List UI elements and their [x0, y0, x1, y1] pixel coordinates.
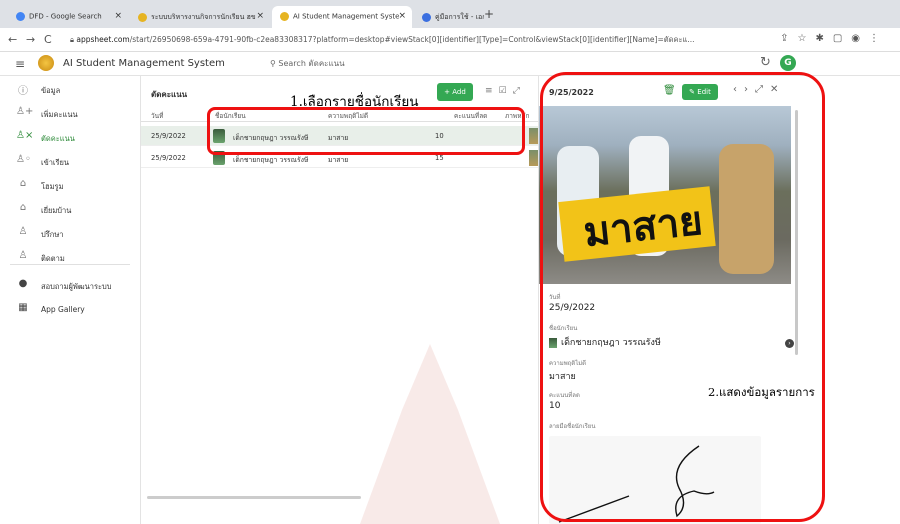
browser-tab-bar: DFD - Google Search × ระบบบริหารงานกิจการ… [0, 0, 900, 28]
browser-tab-docs[interactable]: คู่มือการใช้ - เอกสาร (A4) [414, 6, 484, 28]
browser-toolbar-icons[interactable]: ⇪☆✱▢◉⋮ [780, 33, 888, 44]
person-remove-icon: ♙× [16, 130, 34, 141]
table-toolbar-icons[interactable]: ≡☑⤢ [485, 86, 526, 96]
annotation-highlight-row [207, 107, 525, 155]
person-add-icon: ♙+ [16, 106, 34, 117]
sidebar-item-info[interactable]: ⓘ ข้อมูล [0, 78, 140, 100]
classroom-icon: ⌂ [19, 178, 27, 189]
avatar[interactable]: G [780, 55, 796, 71]
sidebar-item-home-visit[interactable]: ⌂ เยี่ยมบ้าน [0, 198, 140, 220]
info-icon: ⓘ [18, 86, 28, 97]
screen: DFD - Google Search × ระบบบริหารงานกิจการ… [0, 0, 900, 524]
add-button[interactable]: + Add [437, 83, 473, 101]
reload-icon[interactable]: C [44, 33, 52, 46]
url-field[interactable]: 🔒︎ appsheet.com/start/26950698-659a-4791… [70, 34, 695, 46]
docs-icon [422, 12, 431, 22]
search-input[interactable]: ⚲ Search ตัดคะแนน [270, 57, 345, 70]
address-bar: ← → C 🔒︎ appsheet.com/start/26950698-659… [0, 28, 900, 52]
sidebar: ⓘ ข้อมูล ♙+ เพิ่มคะแนน ♙× ตัดคะแนน ♙◦ เข้าเร… [0, 76, 140, 524]
sync-icon[interactable]: ↻ [760, 55, 771, 70]
browser-tab-google[interactable]: DFD - Google Search × [8, 6, 128, 28]
sidebar-item-deduct-points[interactable]: ♙× ตัดคะแนน [0, 126, 140, 148]
browser-tab-active[interactable]: AI Student Management Syste × [272, 6, 412, 28]
help-icon: ● [18, 278, 28, 289]
sidebar-item-attendance[interactable]: ♙◦ เข้าเรียน [0, 150, 140, 172]
sidebar-item-app-gallery[interactable]: ▦ App Gallery [0, 298, 140, 320]
new-tab-icon[interactable]: + [484, 7, 494, 21]
horizontal-scrollbar[interactable] [147, 496, 361, 499]
table-title: ตัดคะแนน [151, 90, 188, 99]
person-check-icon: ♙◦ [16, 154, 31, 165]
annotation-step-1: 1.เลือกรายชื่อนักเรียน [290, 94, 419, 110]
home-visit-icon: ⌂ [19, 202, 27, 213]
app-logo-icon [280, 12, 289, 21]
annotation-step-2: 2.แสดงข้อมูลรายการ [708, 384, 815, 402]
close-tab-icon[interactable]: × [256, 11, 264, 21]
close-tab-icon[interactable]: × [398, 11, 406, 21]
google-icon [16, 12, 25, 21]
sidebar-item-homeroom[interactable]: ⌂ โฮมรูม [0, 174, 140, 196]
follow-icon: ♙ [18, 250, 28, 261]
forward-icon[interactable]: → [26, 33, 35, 46]
sidebar-item-counsel[interactable]: ♙ ปรึกษา [0, 222, 140, 244]
grid-icon: ▦ [18, 302, 28, 313]
app-logo-icon [38, 55, 54, 71]
sidebar-item-add-points[interactable]: ♙+ เพิ่มคะแนน [0, 102, 140, 124]
sidebar-item-help[interactable]: ● สอบถามผู้พัฒนาระบบ [0, 274, 140, 296]
browser-tab-system[interactable]: ระบบบริหารงานกิจการนักเรียน ฮข × [130, 6, 270, 28]
sidebar-divider [10, 264, 130, 265]
column-header[interactable]: วันที่ [151, 111, 163, 121]
app-title: AI Student Management System [63, 58, 225, 69]
menu-icon[interactable]: ≡ [15, 57, 25, 71]
app-logo-icon [138, 12, 147, 22]
counsel-icon: ♙ [18, 226, 28, 237]
annotation-highlight-panel [540, 72, 825, 522]
back-icon[interactable]: ← [8, 33, 17, 46]
close-tab-icon[interactable]: × [114, 11, 122, 21]
